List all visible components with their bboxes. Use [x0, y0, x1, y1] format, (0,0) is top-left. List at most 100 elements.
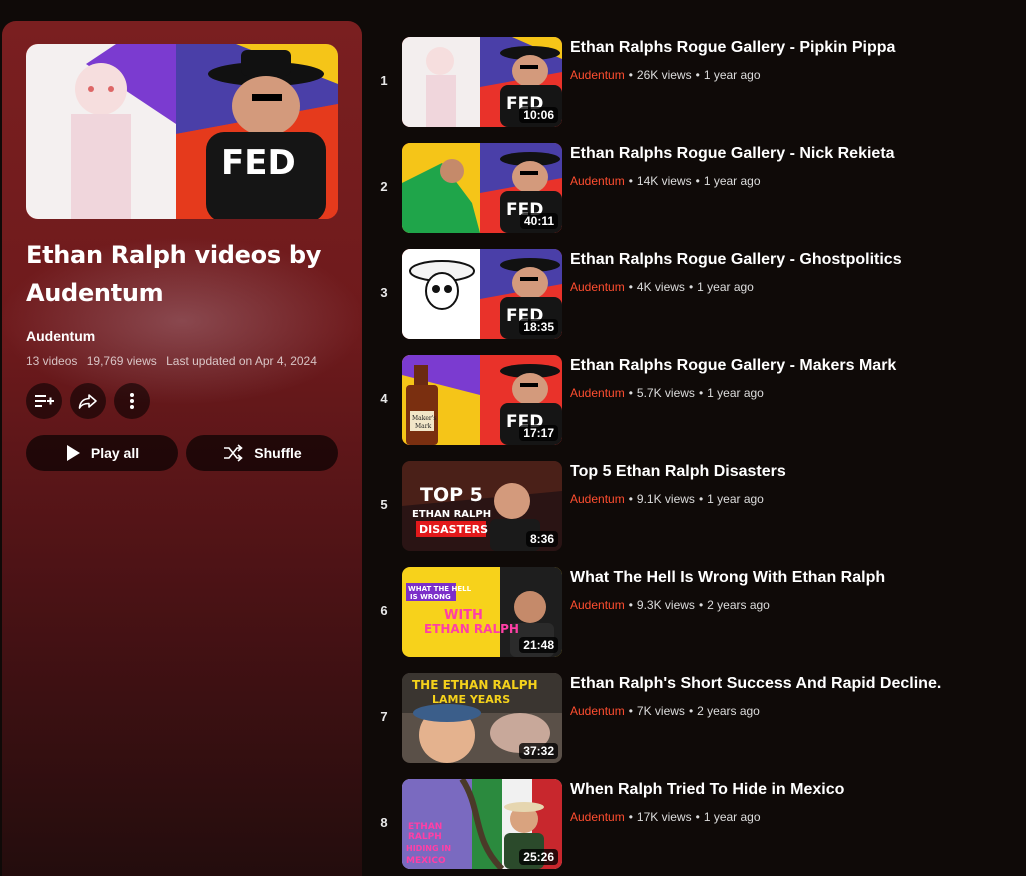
view-count: 7K views	[636, 704, 685, 718]
fed-shirt-text: FED	[221, 143, 296, 183]
view-count: 26K views	[636, 68, 692, 82]
view-count: 14K views	[636, 174, 692, 188]
video-thumbnail[interactable]: ETHAN RALPH HIDING IN MEXICO 25:26	[402, 779, 562, 869]
video-meta: Audentum • 4K views • 1 year ago	[570, 280, 754, 294]
view-count: 17K views	[636, 810, 692, 824]
channel-name[interactable]: Audentum	[570, 810, 625, 824]
playlist-stats: 13 videos 19,769 views Last updated on A…	[26, 354, 323, 368]
thumb-overlay-text: LAME YEARS	[432, 693, 510, 706]
playlist-owner[interactable]: Audentum	[26, 328, 95, 344]
view-count: 9.3K views	[636, 598, 695, 612]
video-thumbnail[interactable]: WHAT THE HELL IS WRONG WITH ETHAN RALPH …	[402, 567, 562, 657]
video-meta: Audentum • 5.7K views • 1 year ago	[570, 386, 764, 400]
play-all-label: Play all	[90, 445, 140, 461]
play-all-button[interactable]: Play all	[26, 435, 178, 471]
video-thumbnail[interactable]: THE ETHAN RALPH LAME YEARS 37:32	[402, 673, 562, 763]
thumb-overlay-text: ETHAN RALPH	[424, 622, 519, 636]
thumb-overlay-text: ETHAN RALPH	[412, 509, 491, 520]
share-icon	[78, 394, 97, 409]
view-count: 9.1K views	[636, 492, 695, 506]
more-vert-icon	[130, 393, 134, 409]
upload-age: 1 year ago	[703, 810, 761, 824]
playlist-video-row[interactable]: 7 THE ETHAN RALPH LAME YEARS 37:32 Ethan…	[370, 673, 1020, 765]
save-to-queue-button[interactable]	[26, 383, 62, 419]
channel-name[interactable]: Audentum	[570, 598, 625, 612]
view-count: 4K views	[636, 280, 685, 294]
video-meta: Audentum • 14K views • 1 year ago	[570, 174, 761, 188]
duration-badge: 10:06	[519, 107, 558, 123]
video-title[interactable]: Ethan Ralph's Short Success And Rapid De…	[570, 675, 941, 693]
playlist-add-icon	[35, 395, 54, 407]
playlist-video-row[interactable]: 4 Maker's Mark FED 17:17 Ethan Ralphs Ro…	[370, 355, 1020, 447]
last-updated: Last updated on Apr 4, 2024	[166, 354, 317, 368]
video-meta: Audentum • 7K views • 2 years ago	[570, 704, 760, 718]
video-index: 7	[380, 709, 388, 724]
duration-badge: 40:11	[519, 213, 558, 229]
video-thumbnail[interactable]: Maker's Mark FED 17:17	[402, 355, 562, 445]
video-index: 3	[380, 285, 388, 300]
duration-badge: 21:48	[519, 637, 558, 653]
video-index: 2	[380, 179, 388, 194]
shuffle-label: Shuffle	[254, 445, 302, 461]
duration-badge: 8:36	[525, 531, 558, 547]
channel-name[interactable]: Audentum	[570, 386, 625, 400]
thumb-overlay-text: RALPH	[408, 832, 442, 842]
thumb-overlay-text: HIDING IN	[406, 844, 451, 853]
playlist-video-row[interactable]: 6 WHAT THE HELL IS WRONG WITH ETHAN RALP…	[370, 567, 1020, 659]
share-button[interactable]	[70, 383, 106, 419]
playlist-video-row[interactable]: 3 FED 18:35 Ethan Ralphs Rogue Gallery -…	[370, 249, 1020, 341]
upload-age: 1 year ago	[703, 174, 761, 188]
thumb-overlay-text: THE ETHAN RALPH	[412, 678, 538, 692]
upload-age: 1 year ago	[707, 386, 764, 400]
playlist-page: FED Ethan Ralph videos by Audentum Auden…	[0, 0, 1026, 876]
channel-name[interactable]: Audentum	[570, 492, 625, 506]
video-title[interactable]: What The Hell Is Wrong With Ethan Ralph	[570, 569, 885, 587]
video-title[interactable]: Ethan Ralphs Rogue Gallery - Makers Mark	[570, 357, 896, 375]
duration-badge: 17:17	[519, 425, 558, 441]
video-index: 5	[380, 497, 388, 512]
thumb-overlay-text: MEXICO	[406, 856, 446, 866]
channel-name[interactable]: Audentum	[570, 174, 625, 188]
channel-name[interactable]: Audentum	[570, 704, 625, 718]
video-meta: Audentum • 9.1K views • 1 year ago	[570, 492, 764, 506]
playlist-title: Ethan Ralph videos by Audentum	[26, 241, 322, 307]
thumb-overlay-text: WITH	[444, 608, 483, 623]
video-title[interactable]: When Ralph Tried To Hide in Mexico	[570, 781, 844, 799]
upload-age: 2 years ago	[707, 598, 770, 612]
duration-badge: 37:32	[519, 743, 558, 759]
thumb-overlay-text: DISASTERS	[419, 523, 488, 536]
playlist-thumbnail[interactable]: FED	[26, 44, 338, 219]
video-title[interactable]: Ethan Ralphs Rogue Gallery - Pipkin Pipp…	[570, 39, 895, 57]
video-index: 1	[380, 73, 388, 88]
duration-badge: 18:35	[519, 319, 558, 335]
makers-label-text: Mark	[415, 423, 432, 430]
thumb-overlay-text: WHAT THE HELL	[408, 585, 472, 593]
video-index: 8	[380, 815, 388, 830]
video-title[interactable]: Ethan Ralphs Rogue Gallery - Ghostpoliti…	[570, 251, 902, 269]
video-meta: Audentum • 17K views • 1 year ago	[570, 810, 761, 824]
shuffle-button[interactable]: Shuffle	[186, 435, 338, 471]
channel-name[interactable]: Audentum	[570, 280, 625, 294]
video-index: 4	[380, 391, 388, 406]
view-count: 5.7K views	[636, 386, 695, 400]
playlist-video-row[interactable]: 5 TOP 5 ETHAN RALPH DISASTERS 8:36 Top 5…	[370, 461, 1020, 553]
video-index: 6	[380, 603, 388, 618]
playlist-video-row[interactable]: 2 FED 40:11 Ethan Ralphs Rogue Gallery -…	[370, 143, 1020, 235]
video-title[interactable]: Ethan Ralphs Rogue Gallery - Nick Rekiet…	[570, 145, 895, 163]
thumb-overlay-text: ETHAN	[408, 822, 442, 832]
video-thumbnail[interactable]: FED 40:11	[402, 143, 562, 233]
video-thumbnail[interactable]: TOP 5 ETHAN RALPH DISASTERS 8:36	[402, 461, 562, 551]
duration-badge: 25:26	[519, 849, 558, 865]
channel-name[interactable]: Audentum	[570, 68, 625, 82]
shuffle-icon	[224, 444, 243, 462]
video-thumbnail[interactable]: FED 18:35	[402, 249, 562, 339]
thumb-overlay-text: TOP 5	[420, 484, 483, 506]
video-thumbnail[interactable]: FED 10:06	[402, 37, 562, 127]
thumb-overlay-text: IS WRONG	[410, 593, 451, 601]
more-actions-button[interactable]	[114, 383, 150, 419]
video-title[interactable]: Top 5 Ethan Ralph Disasters	[570, 463, 786, 481]
playlist-video-row[interactable]: 8 ETHAN RALPH HIDING IN MEXICO 25:26 Whe…	[370, 779, 1020, 871]
upload-age: 2 years ago	[697, 704, 760, 718]
playlist-video-row[interactable]: 1 FED 10:06 Ethan Ralphs Rogue Gallery -…	[370, 37, 1020, 129]
play-icon	[66, 445, 80, 461]
